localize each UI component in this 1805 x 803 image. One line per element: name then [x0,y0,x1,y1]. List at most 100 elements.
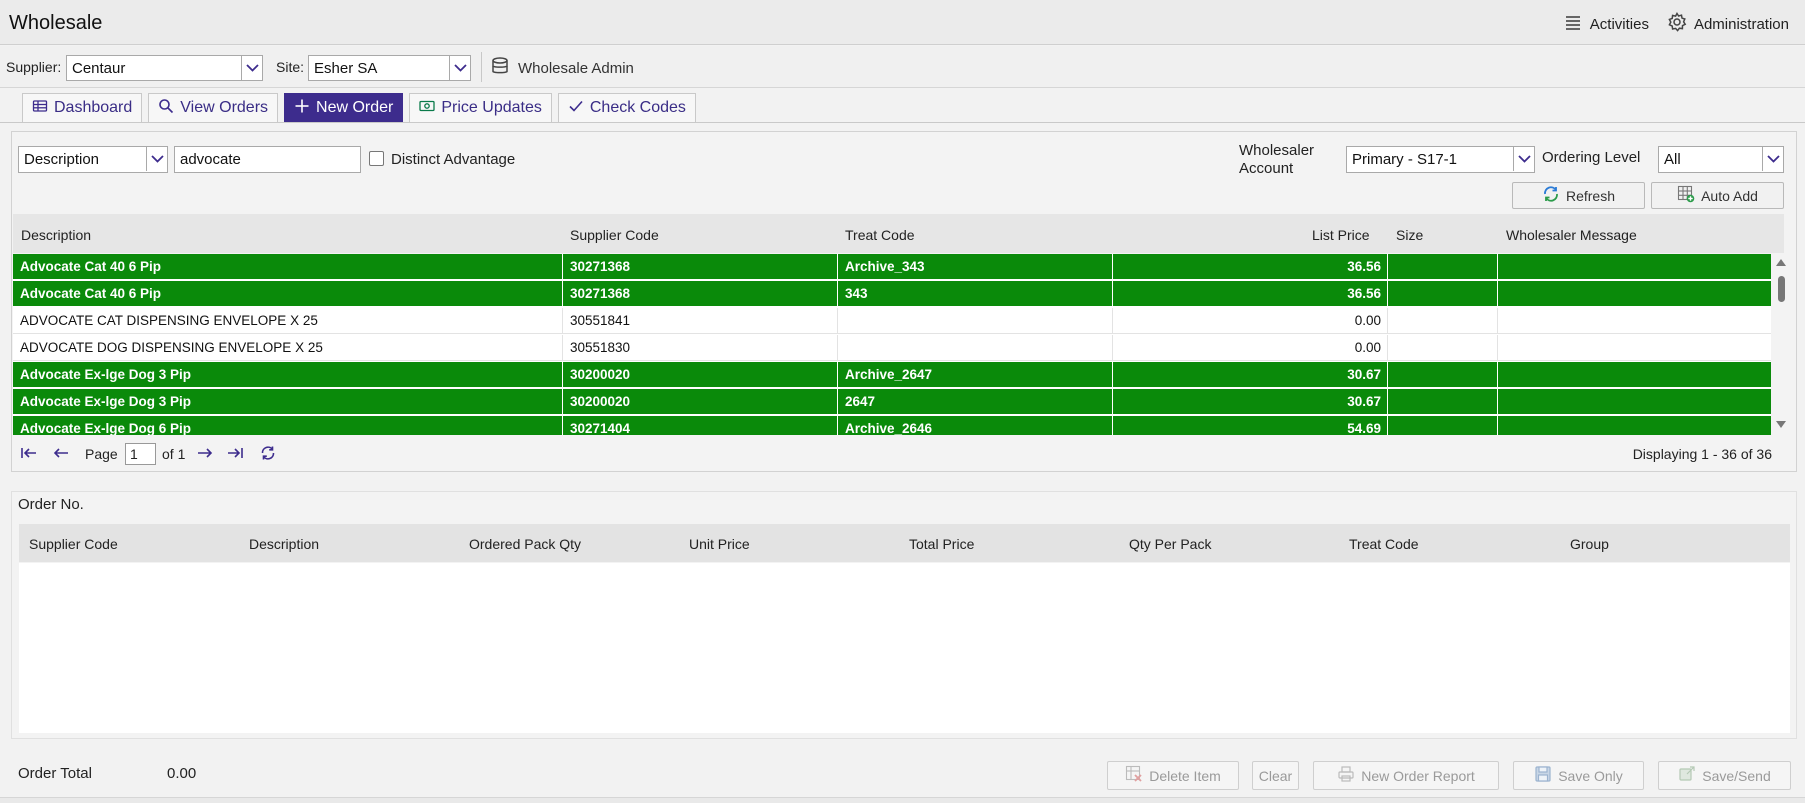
chevron-down-icon[interactable] [1513,147,1534,171]
next-page-icon[interactable] [194,443,216,463]
order-column-total-price[interactable]: Total Price [909,536,974,552]
column-header-supplier-code[interactable]: Supplier Code [570,227,659,243]
column-header-wholesaler-message[interactable]: Wholesaler Message [1506,227,1637,243]
scroll-up-icon[interactable] [1775,257,1787,267]
site-value: Esher SA [314,60,378,77]
cell-description: Advocate Ex-lge Dog 6 Pip [20,421,192,435]
cell-supplier-code: 30200020 [562,362,837,388]
new-order-report-label: New Order Report [1361,767,1475,784]
column-header-treat-code[interactable]: Treat Code [845,227,915,243]
distinct-advantage-checkbox[interactable] [369,151,384,166]
clear-button[interactable]: Clear [1252,761,1299,790]
site-select[interactable]: Esher SA [308,55,471,81]
tab-label: Dashboard [54,99,133,116]
supplier-label: Supplier: [6,59,62,75]
wholesaler-account-value: Primary - S17-1 [1352,151,1458,168]
supplier-select[interactable]: Centaur [66,55,263,81]
save-only-button[interactable]: Save Only [1513,761,1644,790]
check-icon [568,98,584,119]
tab-new-order[interactable]: New Order [284,93,404,122]
refresh-button[interactable]: Refresh [1512,182,1645,209]
results-grid-header: Description Supplier Code Treat Code Lis… [13,214,1784,253]
column-header-description[interactable]: Description [21,227,91,243]
order-column-description[interactable]: Description [249,536,319,552]
tab-view-orders[interactable]: View Orders [148,93,279,122]
order-number-label: Order No. [18,496,84,513]
cell-list-price: 30.67 [1112,389,1387,415]
administration-link[interactable]: Administration [1667,12,1789,36]
table-row[interactable]: ADVOCATE DOG DISPENSING ENVELOPE X 25 305… [13,335,1771,361]
table-row[interactable]: Advocate Cat 40 6 Pip 30271368 Archive_343… [13,254,1771,280]
delete-item-button[interactable]: Delete Item [1107,761,1239,790]
grid-add-icon [1677,185,1695,206]
table-row[interactable]: Advocate Ex-lge Dog 3 Pip 30200020 2647 30.… [13,389,1771,415]
cell-wholesaler-message [1497,281,1771,307]
order-column-unit-price[interactable]: Unit Price [689,536,750,552]
wholesaler-account-select[interactable]: Primary - S17-1 [1346,146,1535,173]
last-page-icon[interactable] [224,443,246,463]
table-row[interactable]: Advocate Cat 40 6 Pip 30271368 343 36.56 [13,281,1771,307]
search-input[interactable]: advocate [174,146,361,173]
first-page-icon[interactable] [18,443,40,463]
wholesale-admin-link[interactable]: Wholesale Admin [490,56,634,80]
pager: Page 1 of 1 Displaying 1 - 36 of 36 [13,437,1784,469]
auto-add-button[interactable]: Auto Add [1651,182,1784,209]
tab-check-codes[interactable]: Check Codes [557,93,696,122]
top-nav: Activities Administration [1563,12,1789,36]
chevron-down-icon[interactable] [146,147,167,171]
table-row[interactable]: Advocate Ex-lge Dog 6 Pip 30271404 Archive… [13,416,1771,435]
column-header-list-price[interactable]: List Price [1312,227,1370,243]
activities-link[interactable]: Activities [1563,12,1649,36]
order-column-qty-per-pack[interactable]: Qty Per Pack [1129,536,1211,552]
cell-treat-code [837,308,1112,334]
search-field-value: Description [24,151,100,168]
table-icon [32,98,48,119]
order-column-treat-code[interactable]: Treat Code [1349,536,1419,552]
new-order-report-button[interactable]: New Order Report [1313,761,1499,790]
cell-description: Advocate Cat 40 6 Pip [20,259,162,274]
order-column-ordered-pack-qty[interactable]: Ordered Pack Qty [469,536,581,552]
cell-treat-code: 2647 [837,389,1112,415]
chevron-down-icon[interactable] [449,56,470,80]
cell-list-price: 36.56 [1112,254,1387,280]
scroll-thumb[interactable] [1778,276,1785,302]
previous-page-icon[interactable] [50,443,72,463]
cell-supplier-code: 30200020 [562,389,837,415]
order-column-group[interactable]: Group [1570,536,1609,552]
wholesaler-account-label: Wholesaler Account [1239,142,1314,178]
cell-size [1387,308,1497,334]
chevron-down-icon[interactable] [1762,147,1783,171]
grid-scrollbar[interactable] [1773,254,1789,435]
cell-size [1387,389,1497,415]
cell-wholesaler-message [1497,362,1771,388]
wholesaler-account-label-line1: Wholesaler [1239,142,1315,159]
cell-list-price: 30.67 [1112,362,1387,388]
distinct-advantage-label: Distinct Advantage [391,151,516,168]
administration-label: Administration [1693,15,1789,33]
tab-label: View Orders [180,99,269,116]
order-total-label: Order Total [18,765,92,782]
tab-dashboard[interactable]: Dashboard [22,93,143,122]
site-label: Site: [276,59,305,75]
table-row[interactable]: Advocate Ex-lge Dog 3 Pip 30200020 Archive… [13,362,1771,388]
cell-description: Advocate Cat 40 6 Pip [20,286,162,301]
cell-supplier-code: 30271404 [562,416,837,435]
table-row[interactable]: ADVOCATE CAT DISPENSING ENVELOPE X 25 305… [13,308,1771,334]
cell-size [1387,416,1497,435]
scroll-down-icon[interactable] [1775,420,1787,430]
column-header-size[interactable]: Size [1396,227,1423,243]
tab-price-updates[interactable]: Price Updates [409,93,552,122]
search-field-select[interactable]: Description [18,146,168,173]
order-column-supplier-code[interactable]: Supplier Code [29,536,118,552]
reload-icon[interactable] [257,443,279,463]
ordering-level-select[interactable]: All [1658,146,1784,173]
footer-divider [0,797,1805,803]
chevron-down-icon[interactable] [241,56,262,80]
cell-treat-code: Archive_2647 [837,362,1112,388]
ordering-level-label: Ordering Level [1542,149,1641,166]
wholesaler-account-label-line2: Account [1239,160,1294,177]
cell-list-price: 36.56 [1112,281,1387,307]
cell-supplier-code: 30271368 [562,281,837,307]
save-send-button[interactable]: Save/Send [1658,761,1791,790]
page-number-input[interactable]: 1 [125,443,156,465]
